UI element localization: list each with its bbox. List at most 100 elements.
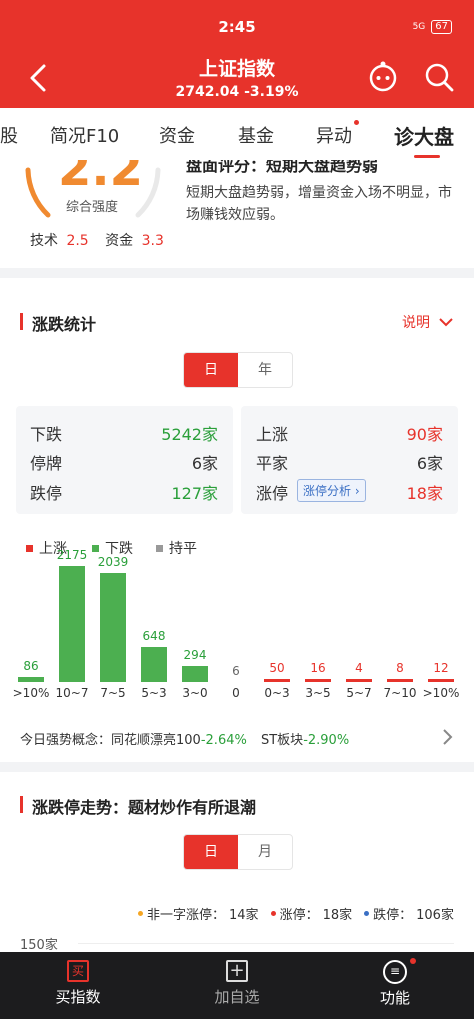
section-marker: [20, 313, 23, 330]
trend-period-toggle: 日 月: [183, 834, 293, 870]
tab-indicator: [414, 155, 440, 158]
period-day-button[interactable]: 日: [184, 353, 238, 387]
chart-bar-value: 16: [310, 661, 326, 675]
section-marker: [20, 796, 23, 813]
notification-dot: [354, 120, 359, 125]
index-quote: 2742.04 -3.19%: [175, 84, 299, 100]
chart-bar: [100, 573, 126, 682]
suspend-label: 停牌: [30, 454, 63, 473]
tab-stock[interactable]: 股: [0, 122, 18, 148]
score-headline: 盘面评分：短期大盘趋势弱: [186, 160, 379, 175]
tech-score: 技术 2.5 资金 3.3: [30, 233, 164, 249]
search-icon[interactable]: [422, 60, 456, 94]
tab-bar: 股 简况F10 资金 基金 异动 诊大盘: [0, 108, 474, 160]
buy-icon: 买: [67, 960, 89, 982]
down-count: 5242家: [161, 425, 218, 444]
chart-category-label: 7~5: [100, 686, 126, 700]
robot-assistant-icon[interactable]: [366, 60, 400, 94]
up-count: 90家: [406, 425, 443, 444]
chart-category-label: 3~5: [305, 686, 331, 700]
limit-down-count: 127家: [171, 484, 218, 503]
legend-dot: [270, 911, 276, 916]
chart-category-label: 5~7: [346, 686, 372, 700]
chart-bar: [346, 679, 372, 682]
page-title: 上证指数: [198, 58, 275, 80]
score-section: 2.2 综合强度 技术 2.5 资金 3.3 盘面评分：短期大盘趋势弱 短期大盘…: [0, 160, 474, 266]
concept-item-1[interactable]: 同花顺漂亮100: [111, 733, 201, 748]
limit-up-count: 18家: [406, 484, 443, 503]
legend-up-swatch: [26, 544, 33, 552]
trend-legend: 非一字涨停： 14家 涨停： 18家 跌停： 106家: [138, 904, 454, 923]
chart-category-label: 3~0: [182, 686, 208, 700]
legend-down-swatch: [92, 544, 99, 552]
period-year-button[interactable]: 年: [238, 353, 292, 387]
menu-icon: ≡: [383, 960, 407, 984]
chart-category-label: 0~3: [264, 686, 290, 700]
chart-bar-value: 86: [23, 659, 39, 673]
flat-count: 6家: [416, 454, 443, 473]
status-icons: 5G 67: [413, 20, 452, 34]
limit-down-label: 跌停: [30, 484, 63, 503]
tab-f10[interactable]: 简况F10: [50, 122, 119, 148]
chart-bar: [387, 679, 413, 682]
chevron-right-icon[interactable]: [442, 728, 454, 746]
chart-bar: [182, 666, 208, 682]
legend-flat-swatch: [156, 544, 163, 552]
nav-add-watchlist[interactable]: + 加自选: [177, 960, 297, 1007]
chart-bar: [305, 679, 331, 682]
explain-link[interactable]: 说明: [402, 312, 454, 332]
limit-analysis-button[interactable]: 涨停分析 ›: [297, 479, 366, 502]
chevron-down-icon: [439, 318, 453, 327]
legend-flat: 持平: [156, 538, 197, 558]
up-label: 上涨: [256, 425, 289, 444]
chart-bar-value: 12: [433, 661, 449, 675]
chart-category-label: 7~10: [383, 686, 417, 700]
chart-bar: [59, 566, 85, 682]
chart-category-label: >10%: [12, 686, 50, 700]
flat-label: 平家: [256, 454, 289, 473]
chevron-right-icon: ›: [351, 484, 360, 498]
chart-bar: [141, 647, 167, 682]
tab-fund[interactable]: 基金: [238, 122, 274, 148]
stats-period-toggle: 日 年: [183, 352, 293, 388]
limit-up-label: 涨停: [256, 484, 289, 503]
legend-up: 上涨: [26, 538, 67, 558]
chart-bar: [264, 679, 290, 682]
trend-title: 涨跌停走势：题材炒作有所退潮: [32, 798, 257, 817]
stats-title: 涨跌统计: [32, 315, 97, 334]
nav-buy[interactable]: 买 买指数: [18, 960, 138, 1007]
chart-category-label: 0: [232, 686, 240, 700]
legend-down: 下跌: [92, 538, 133, 558]
trend-month-button[interactable]: 月: [238, 835, 292, 869]
score-comment: 短期大盘趋势弱，增量资金入场不明显，市场赚钱效应弱。: [186, 185, 452, 223]
chart-bar: [18, 677, 44, 682]
grid-line: [78, 943, 454, 944]
score-label: 综合强度: [66, 200, 119, 215]
tab-diagnose[interactable]: 诊大盘: [394, 121, 454, 150]
notification-dot: [410, 958, 416, 964]
signal-indicator: 5G: [412, 22, 426, 32]
nav-function[interactable]: ≡ 功能: [335, 960, 455, 1008]
chart-category-label: >10%: [422, 686, 460, 700]
divider: [0, 268, 474, 278]
battery-icon: 67: [431, 20, 452, 34]
score-value: 2.2: [58, 160, 144, 197]
chart-bar-value: 648: [142, 629, 166, 643]
chart-bar-value: 294: [183, 648, 207, 662]
chart-category-label: 5~3: [141, 686, 167, 700]
plus-icon: +: [226, 960, 248, 982]
concept-item-2[interactable]: ST板块: [261, 733, 303, 748]
chart-bar-value: 50: [269, 661, 285, 675]
tab-movement[interactable]: 异动: [316, 122, 352, 148]
trend-day-button[interactable]: 日: [184, 835, 238, 869]
down-label: 下跌: [30, 425, 63, 444]
bottom-nav: 买 买指数 + 加自选 ≡ 功能: [0, 952, 474, 1019]
suspend-count: 6家: [191, 454, 218, 473]
divider: [0, 762, 474, 772]
strong-concepts-row[interactable]: 今日强势概念：同花顺漂亮100-2.64% ST板块-2.90%: [20, 729, 349, 748]
tab-capital[interactable]: 资金: [159, 122, 195, 148]
chart-bar-value: 8: [396, 661, 404, 675]
chart-category-label: 10~7: [55, 686, 89, 700]
legend-dot: [364, 911, 370, 916]
chart-bar-value: 6: [232, 664, 240, 678]
